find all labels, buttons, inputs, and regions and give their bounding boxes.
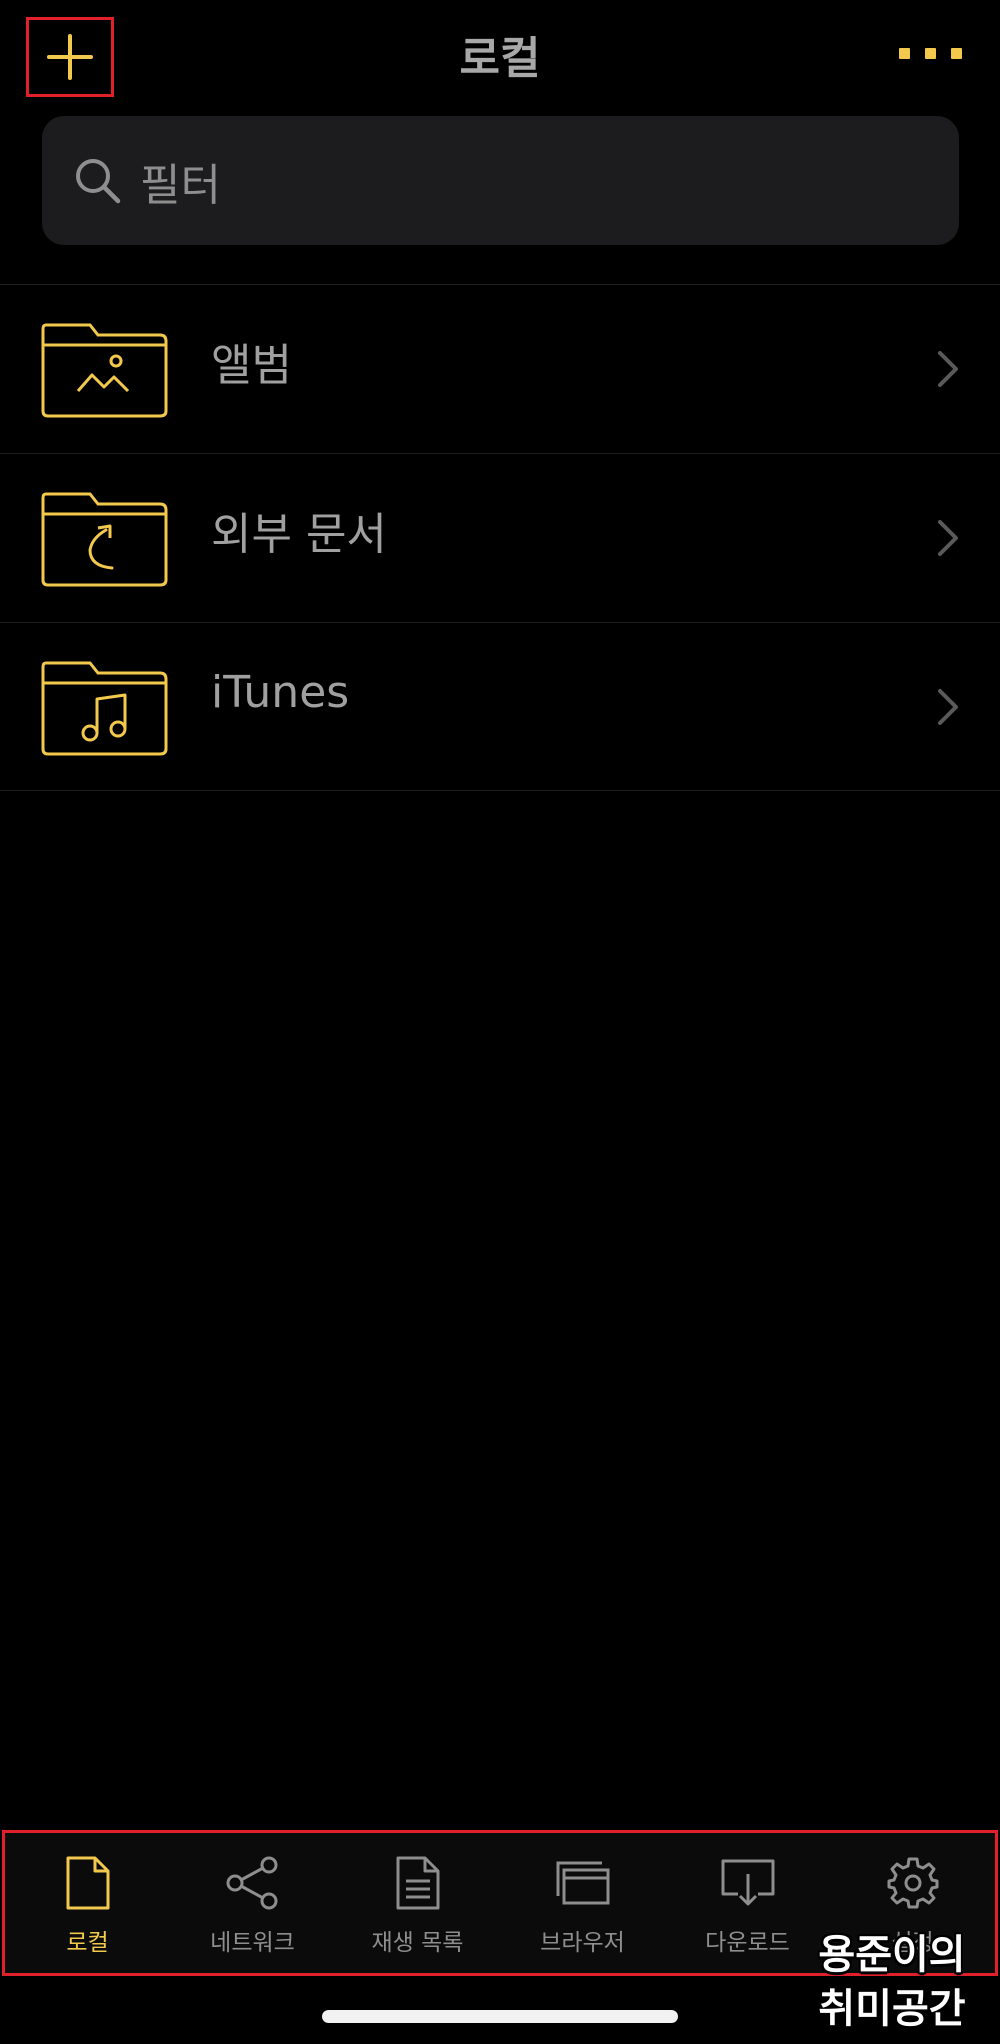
chevron-right-icon	[938, 351, 958, 387]
nav-header: 로컬	[0, 0, 1000, 110]
search-field[interactable]: 필터	[42, 116, 959, 245]
search-input[interactable]: 필터	[140, 149, 221, 213]
folder-list: 앨범 외부 문서 iTunes	[0, 284, 1000, 791]
share-icon	[226, 1856, 277, 1910]
list-item-label: iTunes	[211, 667, 350, 718]
more-button[interactable]	[899, 48, 962, 59]
ellipsis-icon	[899, 48, 910, 59]
folder-music-icon	[41, 661, 168, 756]
search-icon	[58, 141, 138, 221]
chevron-right-icon	[938, 689, 958, 725]
folder-link-icon	[41, 492, 168, 587]
list-item-album[interactable]: 앨범	[0, 284, 1000, 453]
watermark-line: 취미공간	[818, 1986, 966, 2032]
browser-windows-icon	[556, 1861, 609, 1905]
list-item-external-docs[interactable]: 외부 문서	[0, 453, 1000, 622]
list-item-itunes[interactable]: iTunes	[0, 622, 1000, 791]
list-item-label: 외부 문서	[211, 509, 387, 560]
page-title: 로컬	[459, 33, 541, 84]
gear-icon	[887, 1857, 938, 1909]
document-icon	[66, 1856, 109, 1910]
tab-network[interactable]: 네트워크	[170, 1833, 335, 1973]
folder-photo-icon	[41, 323, 168, 418]
tab-label: 네트워크	[210, 1930, 295, 1956]
tab-browser[interactable]: 브라우저	[500, 1833, 665, 1973]
download-tray-icon	[721, 1859, 774, 1906]
list-item-label: 앨범	[211, 340, 292, 391]
list-document-icon	[396, 1856, 439, 1910]
tab-playlist[interactable]: 재생 목록	[335, 1833, 500, 1973]
ellipsis-icon	[925, 48, 936, 59]
watermark: 용준이의 취미공간	[802, 1928, 982, 2036]
home-indicator[interactable]	[322, 2010, 678, 2023]
tab-label: 다운로드	[705, 1930, 790, 1956]
tab-label: 재생 목록	[371, 1930, 464, 1956]
tab-label: 브라우저	[540, 1930, 625, 1956]
chevron-right-icon	[938, 520, 958, 556]
watermark-line: 용준이의	[818, 1932, 966, 1978]
ellipsis-icon	[951, 48, 962, 59]
tab-label: 로컬	[66, 1930, 109, 1956]
tab-local[interactable]: 로컬	[5, 1833, 170, 1973]
